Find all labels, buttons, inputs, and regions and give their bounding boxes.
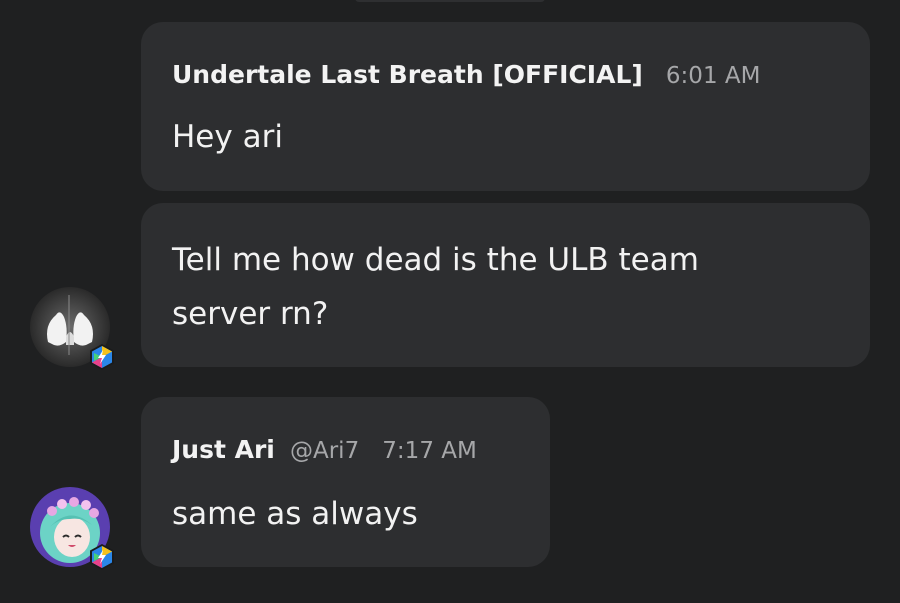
lightning-badge-icon bbox=[88, 343, 116, 371]
lightning-badge-icon bbox=[88, 543, 116, 571]
message-text: same as always bbox=[172, 487, 418, 541]
message-time: 7:17 AM bbox=[382, 438, 477, 464]
author-handle[interactable]: @Ari7 bbox=[290, 438, 359, 464]
author-name[interactable]: Undertale Last Breath [OFFICIAL] bbox=[172, 60, 643, 89]
message-line: Tell me how dead is the ULB team bbox=[172, 242, 699, 278]
message-bubble[interactable]: Tell me how dead is the ULB team server … bbox=[141, 203, 870, 367]
message-bubble[interactable]: Just Ari @Ari7 7:17 AM same as always bbox=[141, 397, 550, 567]
message-header: Just Ari @Ari7 7:17 AM bbox=[172, 435, 477, 464]
avatar[interactable] bbox=[30, 487, 114, 570]
message-line: Hey ari bbox=[172, 119, 283, 155]
message-line: same as always bbox=[172, 496, 418, 532]
message-text: Hey ari bbox=[172, 110, 283, 164]
message-text: Tell me how dead is the ULB team server … bbox=[172, 233, 699, 341]
avatar[interactable] bbox=[30, 287, 114, 370]
message-line: server rn? bbox=[172, 296, 329, 332]
message-header: Undertale Last Breath [OFFICIAL] 6:01 AM bbox=[172, 60, 760, 89]
previous-message-edge bbox=[355, 0, 545, 2]
author-name[interactable]: Just Ari bbox=[172, 435, 275, 464]
message-time: 6:01 AM bbox=[665, 63, 761, 89]
message-bubble[interactable]: Undertale Last Breath [OFFICIAL] 6:01 AM… bbox=[141, 22, 870, 191]
